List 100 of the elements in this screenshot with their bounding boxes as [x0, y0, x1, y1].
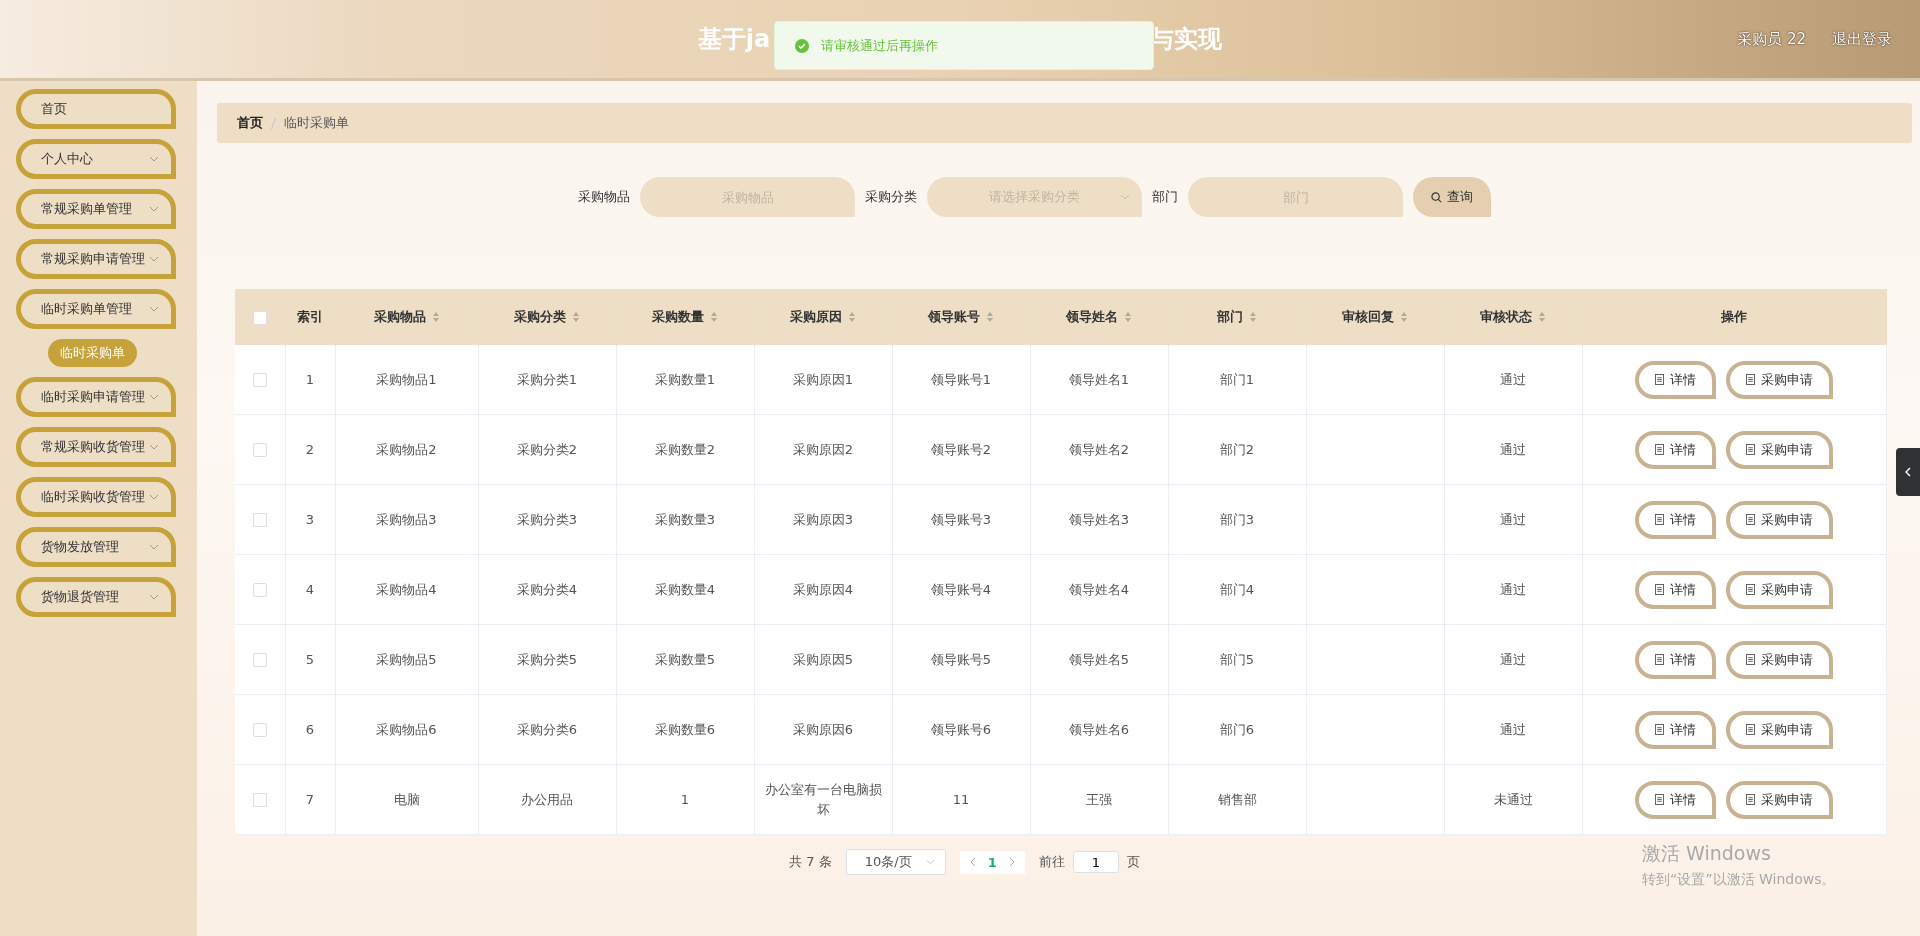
document-icon [1655, 514, 1665, 525]
page-title: 基于ja [697, 24, 771, 55]
menu-item[interactable]: 常规采购收货管理 [16, 427, 176, 467]
row-checkbox[interactable] [252, 513, 267, 528]
action-button[interactable]: 采购申请 [1726, 360, 1834, 399]
table-cell-text: 领导姓名6 [1068, 720, 1130, 739]
collapse-tab[interactable] [1896, 448, 1920, 496]
table-cell-text: 通过 [1500, 510, 1526, 529]
search-button[interactable]: 查询 [1413, 177, 1491, 217]
table-cell-text: 领导姓名5 [1068, 650, 1130, 669]
page-size-select[interactable]: 10条/页 [845, 849, 946, 875]
menu-item[interactable]: 常规采购申请管理 [16, 239, 176, 279]
table-cell-text: 采购物品5 [376, 650, 437, 669]
select-all-checkbox[interactable] [252, 310, 267, 325]
column-header[interactable]: 部门 [1168, 289, 1306, 345]
chevron-down-icon [1120, 194, 1130, 200]
column-header[interactable]: 领导姓名 [1030, 289, 1168, 345]
sort-icon[interactable] [1249, 311, 1257, 323]
row-checkbox[interactable] [252, 373, 267, 388]
column-header[interactable]: 领导账号 [892, 289, 1030, 345]
field-label: 采购物品 [578, 188, 630, 206]
row-checkbox[interactable] [252, 583, 267, 598]
menu-item[interactable]: 常规采购单管理 [16, 189, 176, 229]
sort-icon[interactable] [710, 311, 718, 323]
column-header[interactable]: 操作 [1582, 289, 1887, 345]
breadcrumb-link[interactable]: 首页 [237, 114, 263, 132]
action-button[interactable]: 采购申请 [1726, 640, 1834, 679]
sort-icon[interactable] [986, 311, 994, 323]
menu-item[interactable]: 个人中心 [16, 139, 176, 179]
search-icon [1431, 191, 1442, 203]
sort-icon[interactable] [1538, 311, 1546, 323]
breadcrumb-link[interactable]: 临时采购单 [284, 114, 349, 132]
page-input[interactable]: 1 [1072, 851, 1119, 873]
row-checkbox[interactable] [252, 653, 267, 668]
action-button[interactable]: 采购申请 [1726, 710, 1834, 749]
table-cell-text: 采购分类1 [516, 370, 578, 389]
action-button[interactable]: 详情 [1635, 500, 1717, 539]
row-checkbox[interactable] [252, 723, 267, 738]
action-button[interactable]: 详情 [1635, 430, 1717, 469]
menu-item[interactable]: 货物发放管理 [16, 527, 176, 567]
table-cell-text: 领导账号6 [930, 720, 992, 739]
document-icon [1746, 444, 1756, 455]
action-button[interactable]: 采购申请 [1726, 570, 1834, 609]
table-cell-text: 6 [305, 720, 315, 739]
next-page-icon[interactable] [1008, 857, 1015, 867]
sort-icon[interactable] [848, 311, 856, 323]
table-cell-text: 采购数量6 [654, 720, 716, 739]
action-button[interactable]: 采购申请 [1726, 500, 1834, 539]
table-cell-text: 4 [305, 580, 315, 599]
table-cell-text: 通过 [1500, 580, 1526, 599]
document-icon [1655, 584, 1665, 595]
menu-item[interactable]: 货物退货管理 [16, 577, 176, 617]
document-icon [1655, 794, 1665, 805]
menu-item[interactable]: 临时采购收货管理 [16, 477, 176, 517]
chevron-down-icon [925, 859, 935, 865]
sort-icon[interactable] [572, 311, 580, 323]
menu-item[interactable]: 临时采购单管理 [16, 289, 176, 329]
row-checkbox[interactable] [252, 443, 267, 458]
action-button[interactable]: 详情 [1635, 570, 1717, 609]
column-header[interactable]: 采购物品 [335, 289, 478, 345]
action-button[interactable]: 详情 [1635, 640, 1717, 679]
sort-icon[interactable] [1400, 311, 1408, 323]
total-count: 共 7 条 [789, 853, 832, 871]
table-cell-text: 办公室有一台电脑损坏 [763, 780, 883, 819]
table-cell-text: 办公用品 [521, 790, 573, 809]
action-button[interactable]: 详情 [1635, 780, 1717, 819]
previous-page-icon[interactable] [969, 857, 976, 867]
table-cell-text: 领导姓名4 [1068, 580, 1130, 599]
table-cell-text: 采购原因2 [792, 440, 854, 459]
chevron-down-icon [149, 394, 159, 400]
chevron-down-icon [149, 256, 159, 262]
table-cell-text: 电脑 [393, 790, 420, 809]
table-cell-text: 采购原因4 [792, 580, 854, 599]
document-icon [1655, 724, 1665, 735]
column-header[interactable]: 审核回复 [1306, 289, 1444, 345]
action-button[interactable]: 详情 [1635, 360, 1717, 399]
chevron-left-icon [1905, 467, 1911, 477]
sort-icon[interactable] [431, 311, 440, 323]
action-button[interactable]: 采购申请 [1726, 430, 1834, 469]
toast-message: 请审核通过后再操作 [821, 36, 938, 55]
column-header[interactable]: 索引 [285, 289, 335, 345]
menu-item[interactable]: 首页 [16, 89, 176, 129]
field-label: 采购分类 [865, 188, 917, 206]
table-cell-text: 采购物品3 [376, 510, 437, 529]
document-icon [1746, 514, 1756, 525]
column-header[interactable]: 采购数量 [616, 289, 754, 345]
table-cell-text: 王强 [1086, 790, 1112, 809]
table-cell-text: 领导账号2 [930, 440, 992, 459]
table-cell-text: 1 [680, 790, 690, 809]
row-checkbox[interactable] [252, 793, 267, 808]
menu-item[interactable]: 临时采购申请管理 [16, 377, 176, 417]
action-button[interactable]: 采购申请 [1726, 780, 1834, 819]
action-button[interactable]: 详情 [1635, 710, 1717, 749]
table-cell-text: 3 [305, 510, 315, 529]
column-header[interactable]: 采购原因 [754, 289, 892, 345]
column-header[interactable]: 审核状态 [1444, 289, 1582, 345]
table-cell-text: 部门6 [1219, 720, 1255, 739]
column-header[interactable]: 采购分类 [478, 289, 616, 345]
sort-icon[interactable] [1124, 311, 1132, 323]
user-name: 采购员 22 [1737, 30, 1806, 49]
